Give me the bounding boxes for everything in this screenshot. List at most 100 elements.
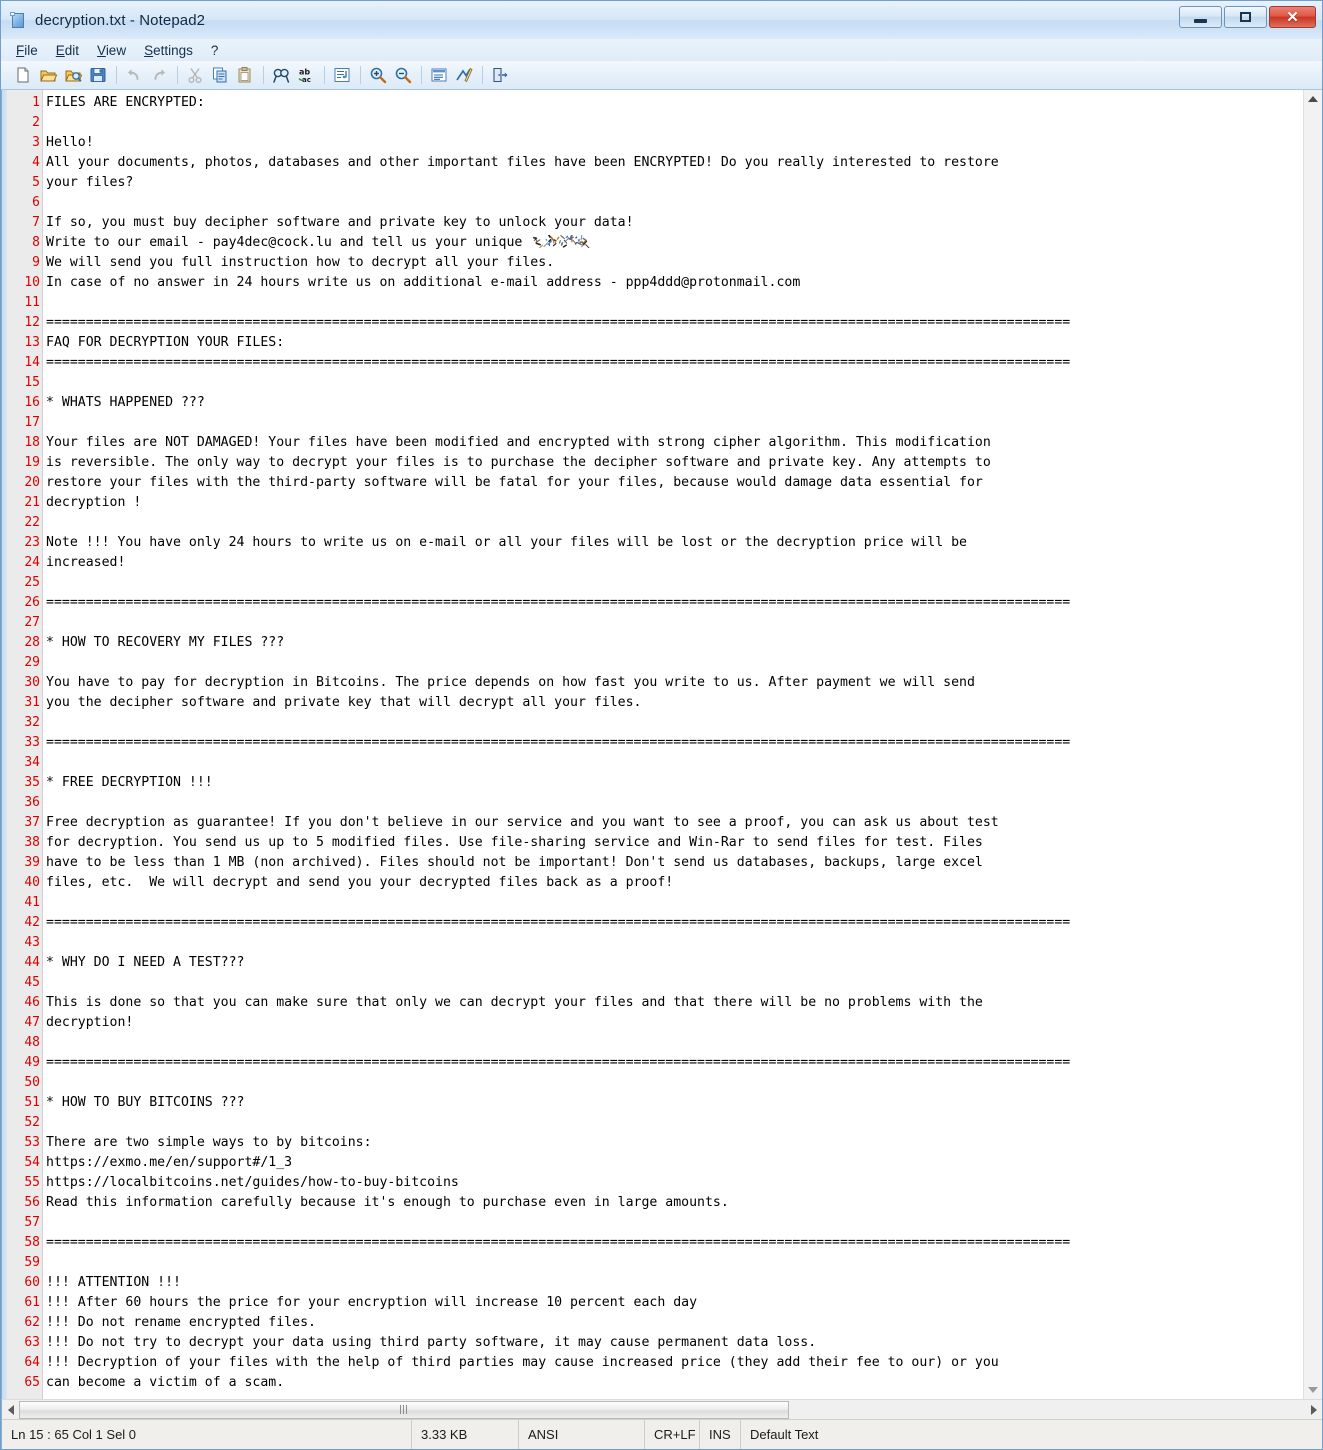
line-number: 25 xyxy=(24,575,40,590)
zoom-in-icon[interactable] xyxy=(366,63,390,87)
find-icon[interactable] xyxy=(269,63,293,87)
code-line: ========================================… xyxy=(46,735,1071,750)
menu-item-help[interactable]: ? xyxy=(208,42,228,59)
replace-icon[interactable]: ab ac xyxy=(294,63,318,87)
code-line: * HOW TO RECOVERY MY FILES ??? xyxy=(46,635,285,650)
line-number: 39 xyxy=(24,855,40,870)
line-number: 34 xyxy=(24,755,40,770)
code-line: https://localbitcoins.net/guides/how-to-… xyxy=(46,1175,459,1190)
menu-item-settings[interactable]: Settings xyxy=(141,42,202,59)
line-number: 11 xyxy=(24,295,40,310)
line-number: 51 xyxy=(24,1095,40,1110)
exit-icon[interactable] xyxy=(488,63,512,87)
line-number: 2 xyxy=(32,115,40,130)
scroll-left-arrow[interactable] xyxy=(2,1401,19,1419)
code-line: Read this information carefully because … xyxy=(46,1195,729,1210)
code-line: Free decryption as guarantee! If you don… xyxy=(46,815,999,830)
line-number: 63 xyxy=(24,1335,40,1350)
code-line: ========================================… xyxy=(46,915,1071,930)
scheme-options-icon[interactable] xyxy=(452,63,476,87)
line-number: 47 xyxy=(24,1015,40,1030)
notepad-document-icon xyxy=(10,11,27,29)
close-icon: ✕ xyxy=(1286,8,1299,26)
line-number: 50 xyxy=(24,1075,40,1090)
horizontal-scrollbar[interactable] xyxy=(1,1399,1322,1419)
vertical-scrollbar[interactable] xyxy=(1303,90,1322,1399)
line-number: 22 xyxy=(24,515,40,530)
title-bar[interactable]: decryption.txt - Notepad2 ✕ xyxy=(1,1,1322,39)
status-line-ending[interactable]: CR+LF xyxy=(645,1420,699,1450)
menu-item-file[interactable]: File xyxy=(13,42,47,59)
line-number: 17 xyxy=(24,415,40,430)
line-number: 53 xyxy=(24,1135,40,1150)
code-line: !!! Do not try to decrypt your data usin… xyxy=(46,1335,817,1350)
text-content[interactable]: FILES ARE ENCRYPTED: Hello! All your docum… xyxy=(43,90,1303,1399)
line-number: 62 xyxy=(24,1315,40,1330)
paste-icon[interactable] xyxy=(233,63,257,87)
cut-icon[interactable] xyxy=(183,63,207,87)
line-number: 28 xyxy=(24,635,40,650)
line-number: 35 xyxy=(24,775,40,790)
scroll-down-arrow[interactable] xyxy=(1308,1387,1318,1393)
line-number: 19 xyxy=(24,455,40,470)
status-scheme[interactable]: Default Text xyxy=(741,1420,1322,1450)
minimize-button[interactable] xyxy=(1179,6,1222,28)
line-number: 4 xyxy=(32,155,40,170)
toolbar-separator xyxy=(177,66,178,84)
minimize-icon xyxy=(1194,18,1207,23)
line-number: 60 xyxy=(24,1275,40,1290)
line-number: 21 xyxy=(24,495,40,510)
editor-area[interactable]: 1 2 3 4 5 6 7 8 9 10 11 12 13 14 15 16 17 18 19 20 21 22 23 24 2… xyxy=(1,90,1322,1399)
word-wrap-icon[interactable] xyxy=(330,63,354,87)
save-file-icon[interactable] xyxy=(86,63,110,87)
scheme-icon[interactable] xyxy=(427,63,451,87)
line-number: 58 xyxy=(24,1235,40,1250)
copy-icon[interactable] xyxy=(208,63,232,87)
menu-item-edit-rest: dit xyxy=(64,42,80,58)
undo-icon[interactable] xyxy=(122,63,146,87)
menu-item-edit[interactable]: Edit xyxy=(53,42,88,59)
code-line: !!! ATTENTION !!! xyxy=(46,1275,181,1290)
browse-file-icon[interactable] xyxy=(61,63,85,87)
maximize-button[interactable] xyxy=(1224,6,1267,28)
code-line: ========================================… xyxy=(46,355,1071,370)
line-number: 6 xyxy=(32,195,40,210)
line-number: 20 xyxy=(24,475,40,490)
line-number: 38 xyxy=(24,835,40,850)
open-file-icon[interactable] xyxy=(36,63,60,87)
menu-item-view[interactable]: View xyxy=(94,42,135,59)
line-number: 64 xyxy=(24,1355,40,1370)
status-insert-mode[interactable]: INS xyxy=(700,1420,740,1450)
line-number: 1 xyxy=(32,95,40,110)
scroll-up-arrow[interactable] xyxy=(1308,96,1318,102)
code-line: This is done so that you can make sure t… xyxy=(46,995,983,1010)
code-line: !!! After 60 hours the price for your en… xyxy=(46,1295,698,1310)
status-encoding[interactable]: ANSI xyxy=(519,1420,644,1450)
redo-icon[interactable] xyxy=(147,63,171,87)
horizontal-scroll-thumb[interactable] xyxy=(19,1400,789,1419)
code-line: There are two simple ways to by bitcoins… xyxy=(46,1135,372,1150)
close-button[interactable]: ✕ xyxy=(1269,6,1316,28)
zoom-out-icon[interactable] xyxy=(391,63,415,87)
code-line: * WHATS HAPPENED ??? xyxy=(46,395,205,410)
redacted-scribble xyxy=(530,235,592,248)
code-line: ========================================… xyxy=(46,315,1071,330)
horizontal-scroll-track[interactable] xyxy=(19,1400,1305,1419)
new-file-icon[interactable] xyxy=(11,63,35,87)
menu-item-help-label: ? xyxy=(210,42,219,58)
line-number: 16 xyxy=(24,395,40,410)
menu-item-file-rest: ile xyxy=(24,42,38,58)
scroll-right-arrow[interactable] xyxy=(1305,1401,1322,1419)
line-number: 56 xyxy=(24,1195,40,1210)
code-line: You have to pay for decryption in Bitcoi… xyxy=(46,675,975,690)
toolbar-separator xyxy=(324,66,325,84)
status-file-size: 3.33 KB xyxy=(421,1427,468,1442)
line-number: 15 xyxy=(24,375,40,390)
